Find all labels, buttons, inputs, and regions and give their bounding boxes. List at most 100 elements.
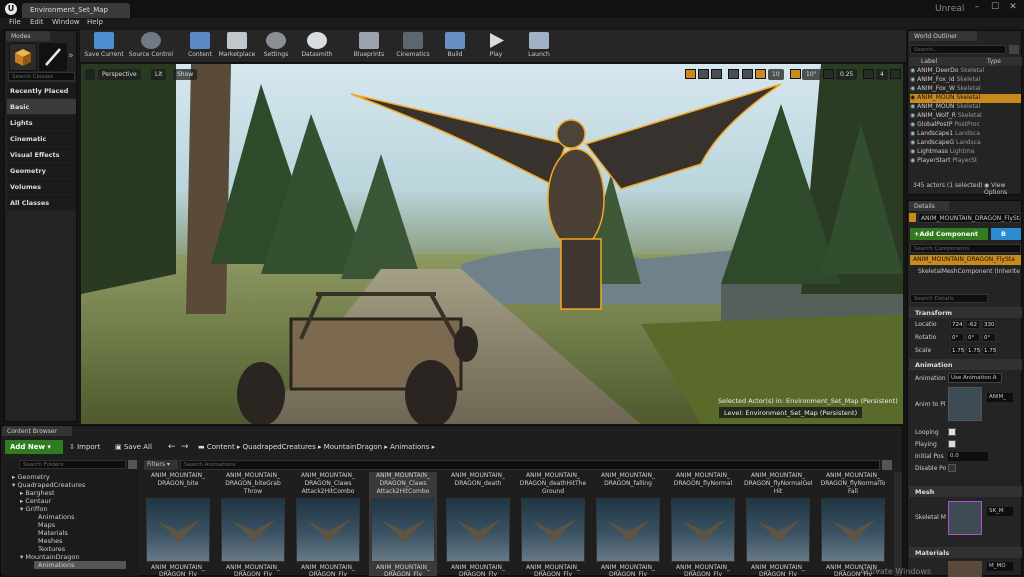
source-control-button[interactable]: Source Control <box>126 31 176 62</box>
modes-basic[interactable]: Basic <box>7 99 76 114</box>
outliner-row[interactable]: ◉ LandscapeG Landsca <box>910 139 1021 148</box>
tree-item[interactable]: ▸ Geometry <box>12 473 50 481</box>
location-x[interactable]: 724 <box>950 320 964 329</box>
visibility-eye-icon[interactable]: ◉ <box>910 67 915 74</box>
blueprint-button[interactable]: B <box>991 228 1021 240</box>
visibility-eye-icon[interactable]: ◉ <box>910 157 915 164</box>
component-child[interactable]: SkeletalMeshComponent (Inherite <box>918 268 1020 275</box>
tree-item[interactable]: ▾ MountainDragon <box>20 553 80 561</box>
add-component-button[interactable]: +Add Component <box>910 228 988 240</box>
outliner-search-input[interactable]: Search... <box>910 45 1006 54</box>
material-dropdown[interactable]: M_MO <box>987 562 1013 571</box>
close-button[interactable]: ✕ <box>1006 2 1020 15</box>
settings-button[interactable]: Settings <box>261 31 291 62</box>
back-arrow-icon[interactable]: ← <box>168 442 176 452</box>
animation-section[interactable]: Animation <box>909 359 1022 370</box>
tree-item[interactable]: ▸ Barghest <box>20 489 55 497</box>
search-folders-input[interactable]: Search Folders <box>19 460 126 469</box>
asset-tile[interactable]: ANIM_MOUNTAIN_ DRAGON_death ANIM_MOUNTAIN… <box>444 472 512 576</box>
initial-position-field[interactable]: 0.0 <box>948 452 988 461</box>
level-tab[interactable]: Environment_Set_Map <box>22 3 130 18</box>
play-button[interactable]: Play <box>483 31 509 62</box>
asset-tile[interactable]: ANIM_MOUNTAIN_ DRAGON_flyNormalGet Hit AN… <box>744 472 812 576</box>
content-browser-tab[interactable]: Content Browser <box>2 426 72 436</box>
details-tab[interactable]: Details <box>909 201 949 211</box>
rotation-snap-icon[interactable] <box>790 69 801 79</box>
asset-tile[interactable]: ANIM_MOUNTAIN_ DRAGON_Claws Attack2HitCo… <box>294 472 362 576</box>
animation-mode-dropdown[interactable]: Use Animation A <box>948 373 1002 383</box>
visibility-eye-icon[interactable]: ◉ <box>910 76 915 83</box>
tree-item[interactable]: Maps <box>38 521 55 529</box>
grid-snap-value[interactable]: 10 <box>768 69 784 80</box>
tree-item[interactable]: Materials <box>38 529 68 537</box>
skeletal-mesh-dropdown[interactable]: SK_M <box>987 507 1013 516</box>
camera-speed-value[interactable]: 4 <box>876 69 888 80</box>
asset-search-icon[interactable] <box>882 460 892 470</box>
breadcrumb-content[interactable]: Content <box>207 443 235 451</box>
build-button[interactable]: Build <box>442 31 468 62</box>
search-classes-input[interactable]: Search Classes <box>8 72 75 81</box>
save-current-button[interactable]: Save Current <box>82 31 126 62</box>
tree-item[interactable]: ▾ QuadrapedCreatures <box>12 481 85 489</box>
rotation-y[interactable]: 0° <box>966 333 980 342</box>
modes-recently-placed[interactable]: Recently Placed <box>7 83 76 98</box>
surface-snap-icon[interactable] <box>742 69 753 79</box>
tree-item[interactable]: ▾ Griffon <box>20 505 47 513</box>
search-icon[interactable] <box>128 460 137 469</box>
mesh-section[interactable]: Mesh <box>909 486 1022 497</box>
asset-tile[interactable]: ANIM_MOUNTAIN_ DRAGON_flyNormal ANIM_MOUN… <box>669 472 737 576</box>
breadcrumb-quadraped[interactable]: QuadrapedCreatures <box>243 443 316 451</box>
launch-button[interactable]: Launch <box>523 31 555 62</box>
tree-item-selected[interactable]: Animations <box>34 561 126 569</box>
visibility-eye-icon[interactable]: ◉ <box>910 148 915 155</box>
outliner-row[interactable]: ◉ ANIM_MOUN Skeletal <box>910 103 1021 112</box>
scale-snap-value[interactable]: 0.25 <box>836 69 858 80</box>
perspective-button[interactable]: Perspective <box>98 69 141 80</box>
blueprints-button[interactable]: Blueprints <box>350 31 388 62</box>
breadcrumb-animations[interactable]: Animations <box>390 443 429 451</box>
outliner-row[interactable]: ◉ ANIM_Wolf_R Skeletal <box>910 112 1021 121</box>
search-details-input[interactable]: Search Details <box>910 294 988 303</box>
translate-icon[interactable] <box>685 69 696 79</box>
asset-tile[interactable]: ANIM_MOUNTAIN_ DRAGON_falling ANIM_MOUNTA… <box>594 472 662 576</box>
actor-name-field[interactable]: ANIM_MOUNTAIN_DRAGON_FlySta <box>918 213 1021 223</box>
scale-z[interactable]: 1.75 <box>982 346 996 355</box>
marketplace-button[interactable]: Marketplace <box>217 31 257 62</box>
viewport-options-icon[interactable] <box>85 69 95 80</box>
asset-tile[interactable]: ANIM_MOUNTAIN_ DRAGON_Claws Attack2HitCo… <box>369 472 437 576</box>
tree-item[interactable]: ▸ Centaur <box>20 497 51 505</box>
modes-cinematic[interactable]: Cinematic <box>7 131 76 146</box>
label-column-header[interactable]: Label <box>921 58 937 65</box>
scale-x[interactable]: 1.75 <box>950 346 964 355</box>
visibility-eye-icon[interactable]: ◉ <box>910 130 915 137</box>
skeletal-mesh-thumbnail[interactable] <box>948 501 982 535</box>
material-thumbnail[interactable] <box>948 561 982 577</box>
maximize-button[interactable]: ☐ <box>988 2 1002 15</box>
visibility-eye-icon[interactable]: ◉ <box>910 94 915 101</box>
visibility-eye-icon[interactable]: ◉ <box>910 121 915 128</box>
paint-mode-button[interactable] <box>39 43 67 71</box>
scale-icon[interactable] <box>711 69 722 79</box>
modes-lights[interactable]: Lights <box>7 115 76 130</box>
more-modes-icon[interactable]: » <box>68 51 74 61</box>
component-root[interactable]: ANIM_MOUNTAIN_DRAGON_FlySta <box>910 255 1021 265</box>
outliner-row[interactable]: ◉ GlobalPostP PostProc <box>910 121 1021 130</box>
search-components-input[interactable]: Search Components <box>910 244 1021 253</box>
tree-item[interactable]: Textures <box>38 545 65 553</box>
outliner-row[interactable]: ◉ ANIM_DeerDo Skeletal <box>910 67 1021 76</box>
rotate-icon[interactable] <box>698 69 709 79</box>
outliner-options-icon[interactable] <box>1009 45 1019 54</box>
datasmith-button[interactable]: Datasmith <box>299 31 335 62</box>
rotation-snap-value[interactable]: 10° <box>802 69 821 80</box>
camera-speed-icon[interactable] <box>863 69 874 79</box>
modes-all-classes[interactable]: All Classes <box>7 195 76 210</box>
visibility-eye-icon[interactable]: ◉ <box>910 85 915 92</box>
scale-y[interactable]: 1.75 <box>966 346 980 355</box>
asset-tile[interactable]: ANIM_MOUNTAIN_ DRAGON_flyNormalTo Fall AN… <box>819 472 887 576</box>
outliner-row[interactable]: ◉ ANIM_Fox_Id Skeletal <box>910 76 1021 85</box>
search-assets-input[interactable]: Search Animations <box>180 460 880 470</box>
location-z[interactable]: 330 <box>982 320 996 329</box>
rotation-x[interactable]: 0° <box>950 333 964 342</box>
visibility-eye-icon[interactable]: ◉ <box>910 139 915 146</box>
outliner-row[interactable]: ◉ PlayerStart PlayerSt <box>910 157 1021 166</box>
